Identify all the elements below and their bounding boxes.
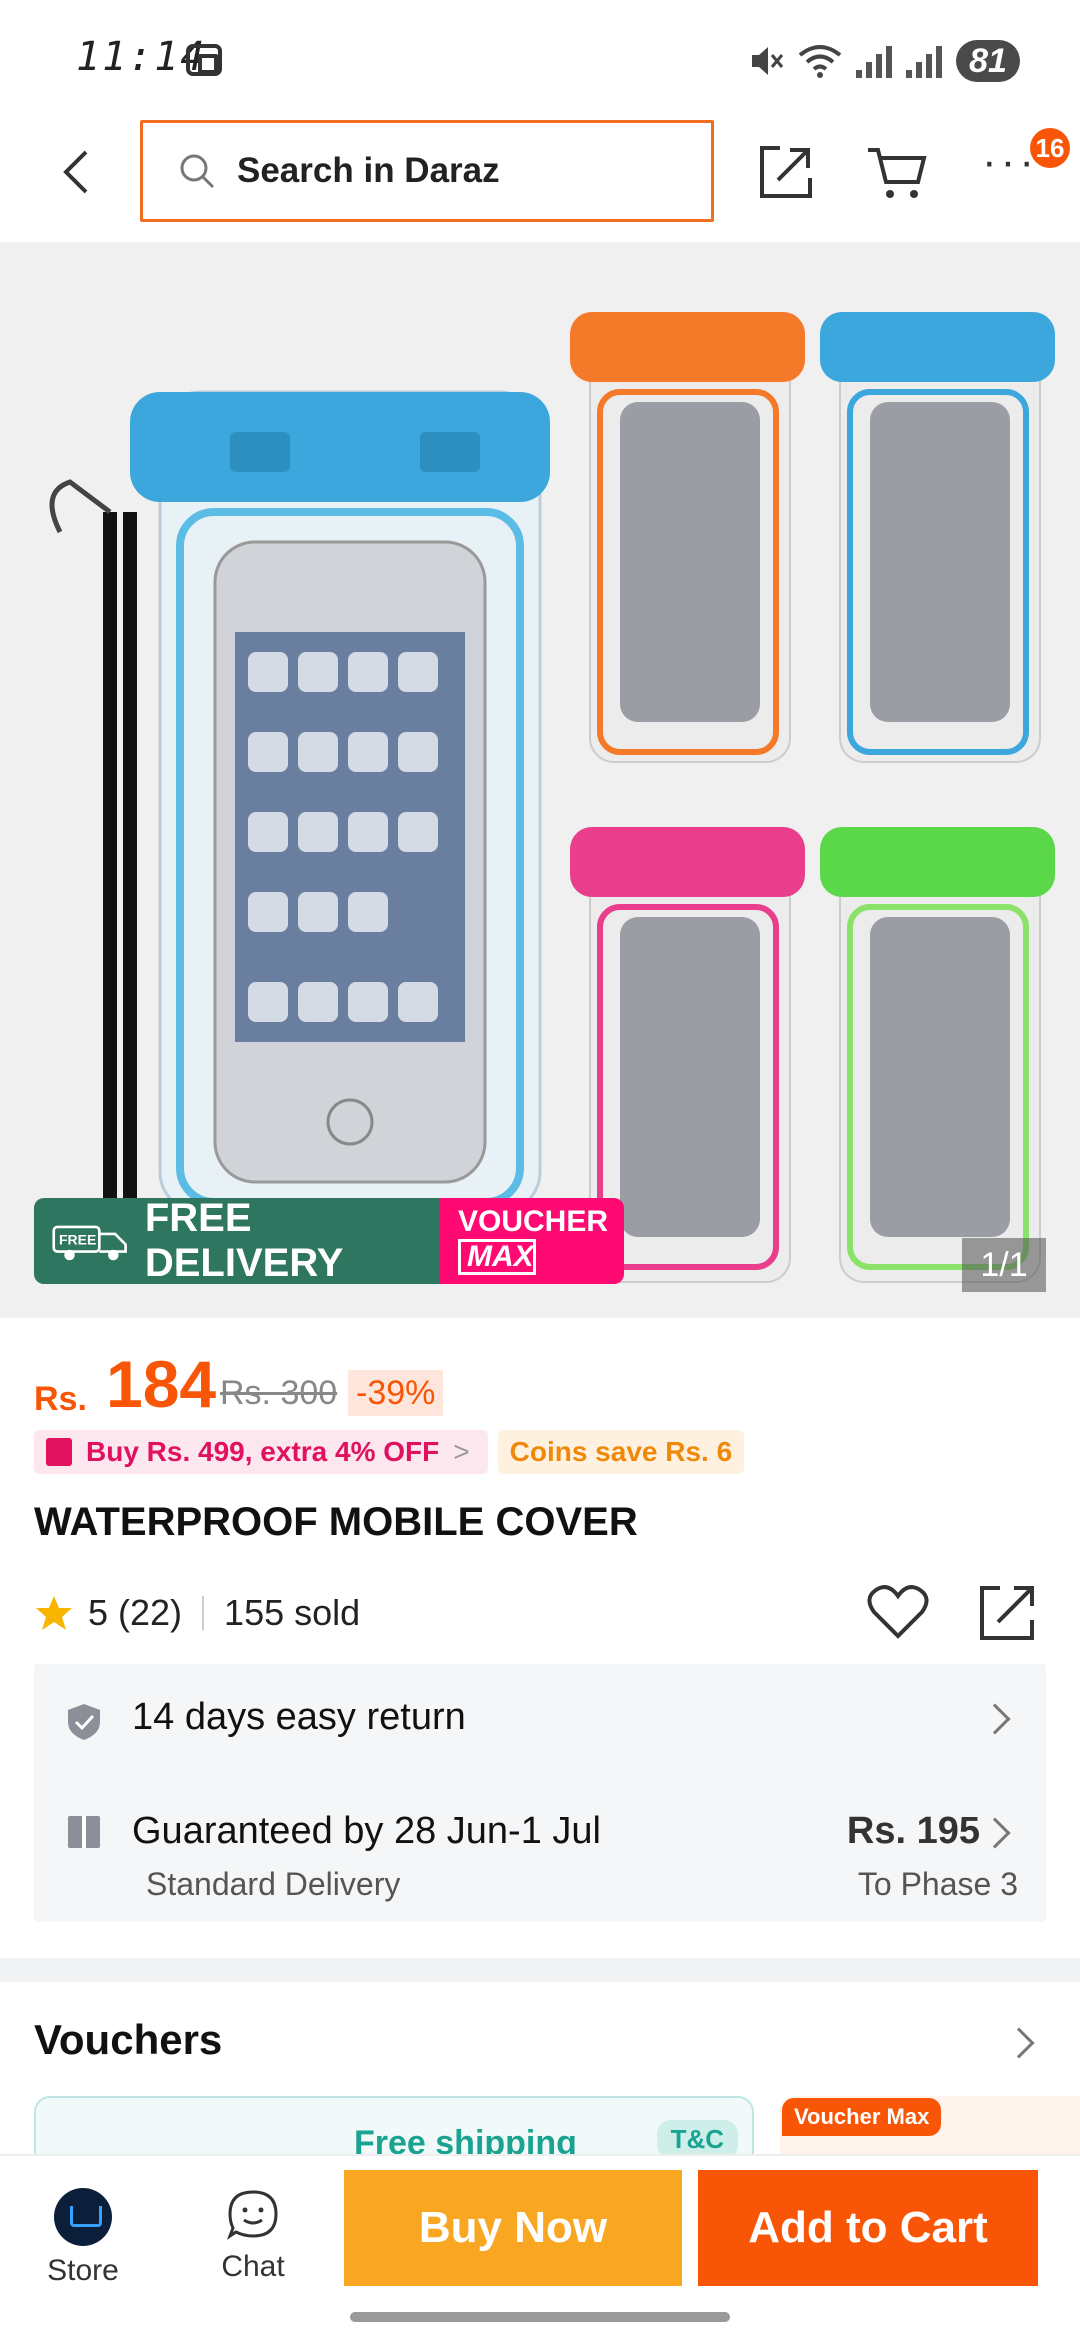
original-price: Rs. 300 (220, 1374, 338, 1412)
free-delivery-badge: FREE FREE DELIVERY (34, 1198, 440, 1284)
max-label: MAX (458, 1239, 536, 1275)
voucher-max-tag: Voucher Max (782, 2098, 942, 2136)
home-indicator[interactable] (350, 2312, 730, 2322)
truck-icon: FREE (52, 1225, 127, 1261)
deal-chip[interactable]: Buy Rs. 499, extra 4% OFF > (34, 1430, 488, 1474)
share-product-icon[interactable] (976, 1582, 1040, 1644)
delivery-fee: Rs. 195 (846, 1810, 980, 1852)
wifi-icon (798, 45, 842, 78)
promo-chips: Buy Rs. 499, extra 4% OFF > Coins save R… (34, 1430, 745, 1474)
battery-indicator: 81 (956, 40, 1020, 82)
sold-count: 155 sold (224, 1592, 361, 1633)
screen-record-icon (186, 44, 222, 76)
return-text: 14 days easy return (132, 1696, 466, 1738)
discount-badge: -39% (348, 1370, 444, 1416)
add-to-cart-button[interactable]: Add to Cart (698, 2170, 1038, 2286)
search-placeholder: Search in Daraz (237, 151, 500, 190)
back-icon[interactable] (48, 142, 108, 202)
notification-badge: 16 (1030, 128, 1070, 168)
product-image-gallery[interactable]: FREE FREE DELIVERY VOUCHER MAX 1/1 (0, 242, 1080, 1318)
free-delivery-label: FREE DELIVERY (144, 1198, 344, 1284)
store-logo-icon (54, 2188, 112, 2246)
status-bar: 11:14 81 (0, 0, 1080, 120)
buy-now-button[interactable]: Buy Now (344, 2170, 682, 2286)
price-row: Rs. 184 Rs. 300 -39% (34, 1347, 1054, 1430)
chat-button[interactable]: Chat (210, 2188, 296, 2284)
top-bar: Search in Daraz ··· 16 (0, 120, 1080, 240)
rating-row[interactable]: 5 (22) 155 sold (34, 1588, 360, 1638)
share-icon[interactable] (756, 142, 816, 202)
rating-divider (202, 1596, 205, 1630)
price-currency: Rs. (34, 1380, 87, 1418)
deal-icon (46, 1438, 72, 1466)
signal-icon (856, 44, 892, 78)
vouchers-heading: Vouchers (34, 2016, 223, 2063)
store-button[interactable]: Store (40, 2188, 126, 2288)
return-policy-row[interactable]: 14 days easy return (34, 1664, 1046, 1774)
delivery-type: Standard Delivery (146, 1866, 401, 1902)
product-photo (0, 242, 1080, 1318)
chat-icon (226, 2190, 278, 2240)
chat-label: Chat (221, 2250, 285, 2283)
star-icon (36, 1596, 72, 1630)
section-divider (0, 1958, 1080, 1982)
rating-value: 5 (22) (88, 1592, 183, 1633)
product-title: WATERPROOF MOBILE COVER (34, 1500, 638, 1544)
search-icon (180, 154, 215, 189)
vouchers-chevron-icon[interactable] (1003, 2027, 1035, 2059)
cart-icon[interactable] (864, 142, 928, 202)
free-badge-text: FREE (59, 1232, 96, 1248)
voucher-label: VOUCHER (458, 1205, 609, 1238)
signal-icon-2 (906, 44, 942, 78)
current-price: 184 (106, 1347, 217, 1421)
mute-icon (752, 47, 784, 75)
image-counter: 1/1 (962, 1238, 1046, 1292)
chevron-right-icon (979, 1817, 1011, 1849)
delivery-guarantee: Guaranteed by 28 Jun-1 Jul (132, 1810, 601, 1852)
search-input[interactable]: Search in Daraz (140, 120, 714, 222)
wishlist-heart-icon[interactable] (866, 1582, 930, 1642)
voucher-max-badge: VOUCHER MAX (440, 1198, 624, 1284)
store-label: Store (47, 2254, 119, 2287)
service-info-card: 14 days easy return Guaranteed by 28 Jun… (34, 1664, 1046, 1922)
chevron-right-icon: > (453, 1436, 470, 1467)
shield-icon (68, 1704, 100, 1740)
delivery-location: To Phase 3 (857, 1866, 1018, 1902)
delivery-box-icon (68, 1816, 100, 1848)
chevron-right-icon (979, 1703, 1011, 1735)
delivery-row[interactable]: Guaranteed by 28 Jun-1 Jul Standard Deli… (34, 1774, 1046, 1922)
status-icons: 81 (748, 36, 1020, 86)
promo-banner: FREE FREE DELIVERY VOUCHER MAX (34, 1198, 624, 1284)
coins-chip[interactable]: Coins save Rs. 6 (497, 1430, 745, 1474)
deal-text: Buy Rs. 499, extra 4% OFF (86, 1436, 440, 1467)
